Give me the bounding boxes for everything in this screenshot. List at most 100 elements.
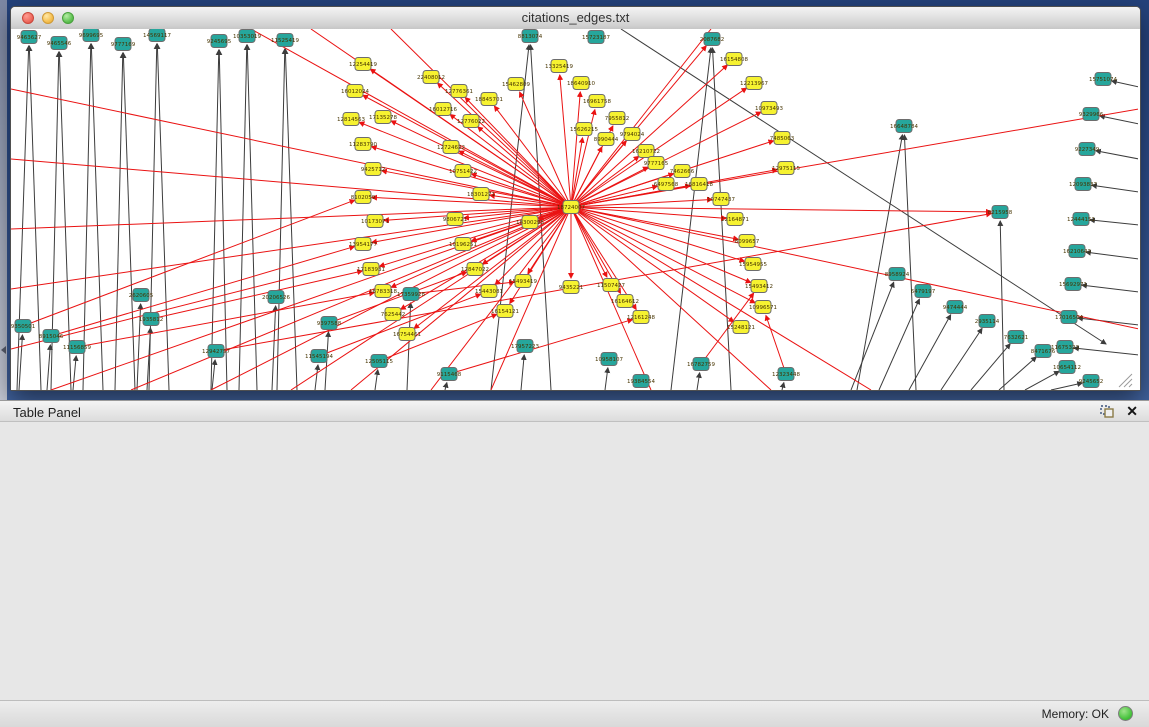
graph-node-teal[interactable]: 15692971 — [1059, 278, 1087, 291]
network-window-title: citations_edges.txt — [11, 10, 1140, 25]
svg-text:12213967: 12213967 — [740, 81, 768, 87]
graph-node-teal[interactable]: 7632621 — [1004, 331, 1029, 344]
svg-text:15443081: 15443081 — [475, 289, 503, 295]
graph-node-teal[interactable]: 2935114 — [975, 315, 1000, 328]
graph-node-teal[interactable]: 10353019 — [233, 30, 261, 43]
graph-node-yellow[interactable]: 10173071 — [361, 215, 389, 228]
graph-node-teal[interactable]: 15751074 — [1089, 73, 1117, 86]
graph-node-teal[interactable]: 10958107 — [595, 353, 623, 366]
float-panel-icon[interactable] — [1100, 405, 1115, 419]
graph-node-yellow[interactable]: 12776022 — [457, 115, 485, 128]
graph-node-yellow[interactable]: 7955812 — [605, 112, 630, 125]
svg-text:12942757: 12942757 — [202, 349, 230, 355]
graph-node-teal[interactable]: 8813074 — [518, 30, 543, 43]
graph-node-teal[interactable]: 12093837 — [1069, 178, 1097, 191]
graph-node-teal[interactable]: 11545194 — [305, 350, 333, 363]
graph-node-teal[interactable]: 1935812 — [139, 313, 164, 326]
svg-text:8813074: 8813074 — [518, 34, 543, 40]
graph-node-yellow[interactable]: 12164871 — [721, 213, 749, 226]
graph-node-teal[interactable]: 9474444 — [943, 301, 968, 314]
graph-node-yellow[interactable]: 11283790 — [349, 138, 377, 151]
graph-node-yellow[interactable]: 9794024 — [620, 128, 645, 141]
graph-node-yellow[interactable]: 7485063 — [770, 132, 795, 145]
graph-node-teal[interactable]: 9463627 — [17, 31, 42, 44]
window-resize-grip[interactable] — [1119, 374, 1132, 387]
svg-text:10751422: 10751422 — [449, 169, 477, 175]
graph-node-yellow[interactable]: 16164612 — [611, 295, 639, 308]
close-panel-icon[interactable]: ✕ — [1126, 403, 1138, 420]
graph-node-teal[interactable]: 9699695 — [79, 29, 104, 42]
memory-ok-indicator-icon[interactable] — [1118, 706, 1133, 721]
svg-text:12975115: 12975115 — [772, 166, 800, 172]
graph-node-yellow[interactable]: 16012024 — [341, 85, 369, 98]
citation-nodes[interactable]: 9463627 9465546 9699695 9777169 14569117 9245… — [11, 29, 1117, 388]
graph-node-teal[interactable]: 16210643 — [1063, 245, 1091, 258]
svg-text:10996571: 10996571 — [749, 305, 777, 311]
graph-node-yellow[interactable]: 12254419 — [349, 58, 377, 71]
graph-node-teal[interactable]: 9245652 — [1079, 375, 1104, 388]
graph-node-yellow[interactable]: 12161248 — [627, 311, 655, 324]
graph-node-teal[interactable]: 11675323 — [1051, 341, 1079, 354]
graph-node-yellow[interactable]: 15248121 — [727, 321, 755, 334]
graph-node-yellow[interactable]: 16754461 — [393, 328, 421, 341]
graph-node-teal[interactable]: 9777169 — [111, 38, 136, 51]
network-canvas[interactable]: 9463627 9465546 9699695 9777169 14569117 9245… — [11, 29, 1140, 390]
graph-node-yellow[interactable]: 18640910 — [567, 77, 595, 90]
graph-node-teal[interactable]: 17359928 — [397, 288, 425, 301]
graph-node-teal[interactable]: 6479197 — [911, 285, 936, 298]
graph-node-teal[interactable]: 9245695 — [207, 35, 232, 48]
panel-collapse-arrow-icon[interactable] — [1, 346, 6, 354]
graph-node-teal[interactable]: 16782759 — [687, 358, 715, 371]
graph-node-yellow[interactable]: 15462809 — [502, 78, 530, 91]
graph-node-teal[interactable]: 9350501 — [11, 320, 35, 333]
graph-node-teal[interactable]: 11156859 — [63, 341, 91, 354]
graph-node-teal[interactable]: 9465546 — [47, 37, 72, 50]
graph-node-teal[interactable]: 12444151 — [1067, 213, 1095, 226]
svg-text:6479197: 6479197 — [911, 289, 936, 295]
graph-node-teal[interactable]: 19384554 — [627, 375, 655, 388]
graph-node-yellow[interactable]: 16154808 — [720, 53, 748, 66]
graph-node-yellow[interactable]: 9435221 — [559, 281, 584, 294]
graph-node-yellow[interactable]: 15493419 — [509, 275, 537, 288]
network-window-titlebar[interactable]: citations_edges.txt — [11, 7, 1140, 30]
graph-node-yellow[interactable]: 15626215 — [570, 123, 598, 136]
graph-node-yellow[interactable]: 13325419 — [545, 60, 573, 73]
graph-node-yellow[interactable]: 13954177 — [349, 238, 377, 251]
graph-node-teal[interactable]: 11525419 — [271, 34, 299, 47]
graph-node-yellow[interactable]: 15954955 — [739, 258, 767, 271]
graph-node-teal[interactable]: 8215958 — [988, 206, 1013, 219]
graph-node-yellow[interactable]: 18845701 — [475, 93, 503, 106]
graph-node-teal[interactable]: 15723187 — [582, 31, 610, 44]
graph-node-yellow[interactable]: 16816418 — [685, 178, 713, 191]
graph-node-teal[interactable]: 17957223 — [511, 340, 539, 353]
graph-node-teal[interactable]: 12323448 — [772, 368, 800, 381]
graph-node-yellow[interactable]: 9425712 — [361, 163, 386, 176]
graph-node-yellow[interactable]: 22408012 — [417, 71, 445, 84]
graph-node-teal[interactable]: 17016504 — [1055, 311, 1083, 324]
graph-node-teal[interactable]: 2087682 — [700, 33, 725, 46]
graph-node-yellow[interactable]: 11507427 — [597, 279, 625, 292]
graph-node-teal[interactable]: 16648784 — [890, 120, 918, 133]
svg-text:19384554: 19384554 — [627, 379, 655, 385]
graph-node-teal[interactable]: 9227349 — [1075, 143, 1100, 156]
network-graph[interactable]: 9463627 9465546 9699695 9777169 14569117 9245… — [11, 29, 1138, 390]
graph-node-teal[interactable]: 14569117 — [143, 29, 171, 42]
graph-node-yellow[interactable]: 8099657 — [735, 235, 760, 248]
graph-node-yellow[interactable]: 8990444 — [594, 133, 619, 146]
graph-node-yellow[interactable]: 10751422 — [449, 165, 477, 178]
graph-node-yellow[interactable]: 16961758 — [583, 95, 611, 108]
graph-node-yellow[interactable]: 12213967 — [740, 77, 768, 90]
graph-node-yellow[interactable]: 12975115 — [772, 162, 800, 175]
graph-node-yellow[interactable]: 16012716 — [429, 103, 457, 116]
graph-node-teal[interactable]: 10654112 — [1053, 361, 1081, 374]
svg-text:16210643: 16210643 — [1063, 249, 1091, 255]
graph-node-yellow[interactable]: 7462666 — [670, 165, 695, 178]
graph-node-teal[interactable]: 2620605 — [129, 289, 154, 302]
graph-node-teal[interactable]: 9115468 — [437, 368, 462, 381]
graph-node-yellow[interactable]: 16210722 — [632, 145, 660, 158]
svg-text:11156859: 11156859 — [63, 345, 91, 351]
graph-node-teal[interactable]: 9397588 — [317, 317, 342, 330]
graph-node-yellow[interactable]: 8102059 — [351, 191, 376, 204]
svg-text:13954177: 13954177 — [349, 242, 377, 248]
graph-node-yellow[interactable]: 10747437 — [707, 193, 735, 206]
